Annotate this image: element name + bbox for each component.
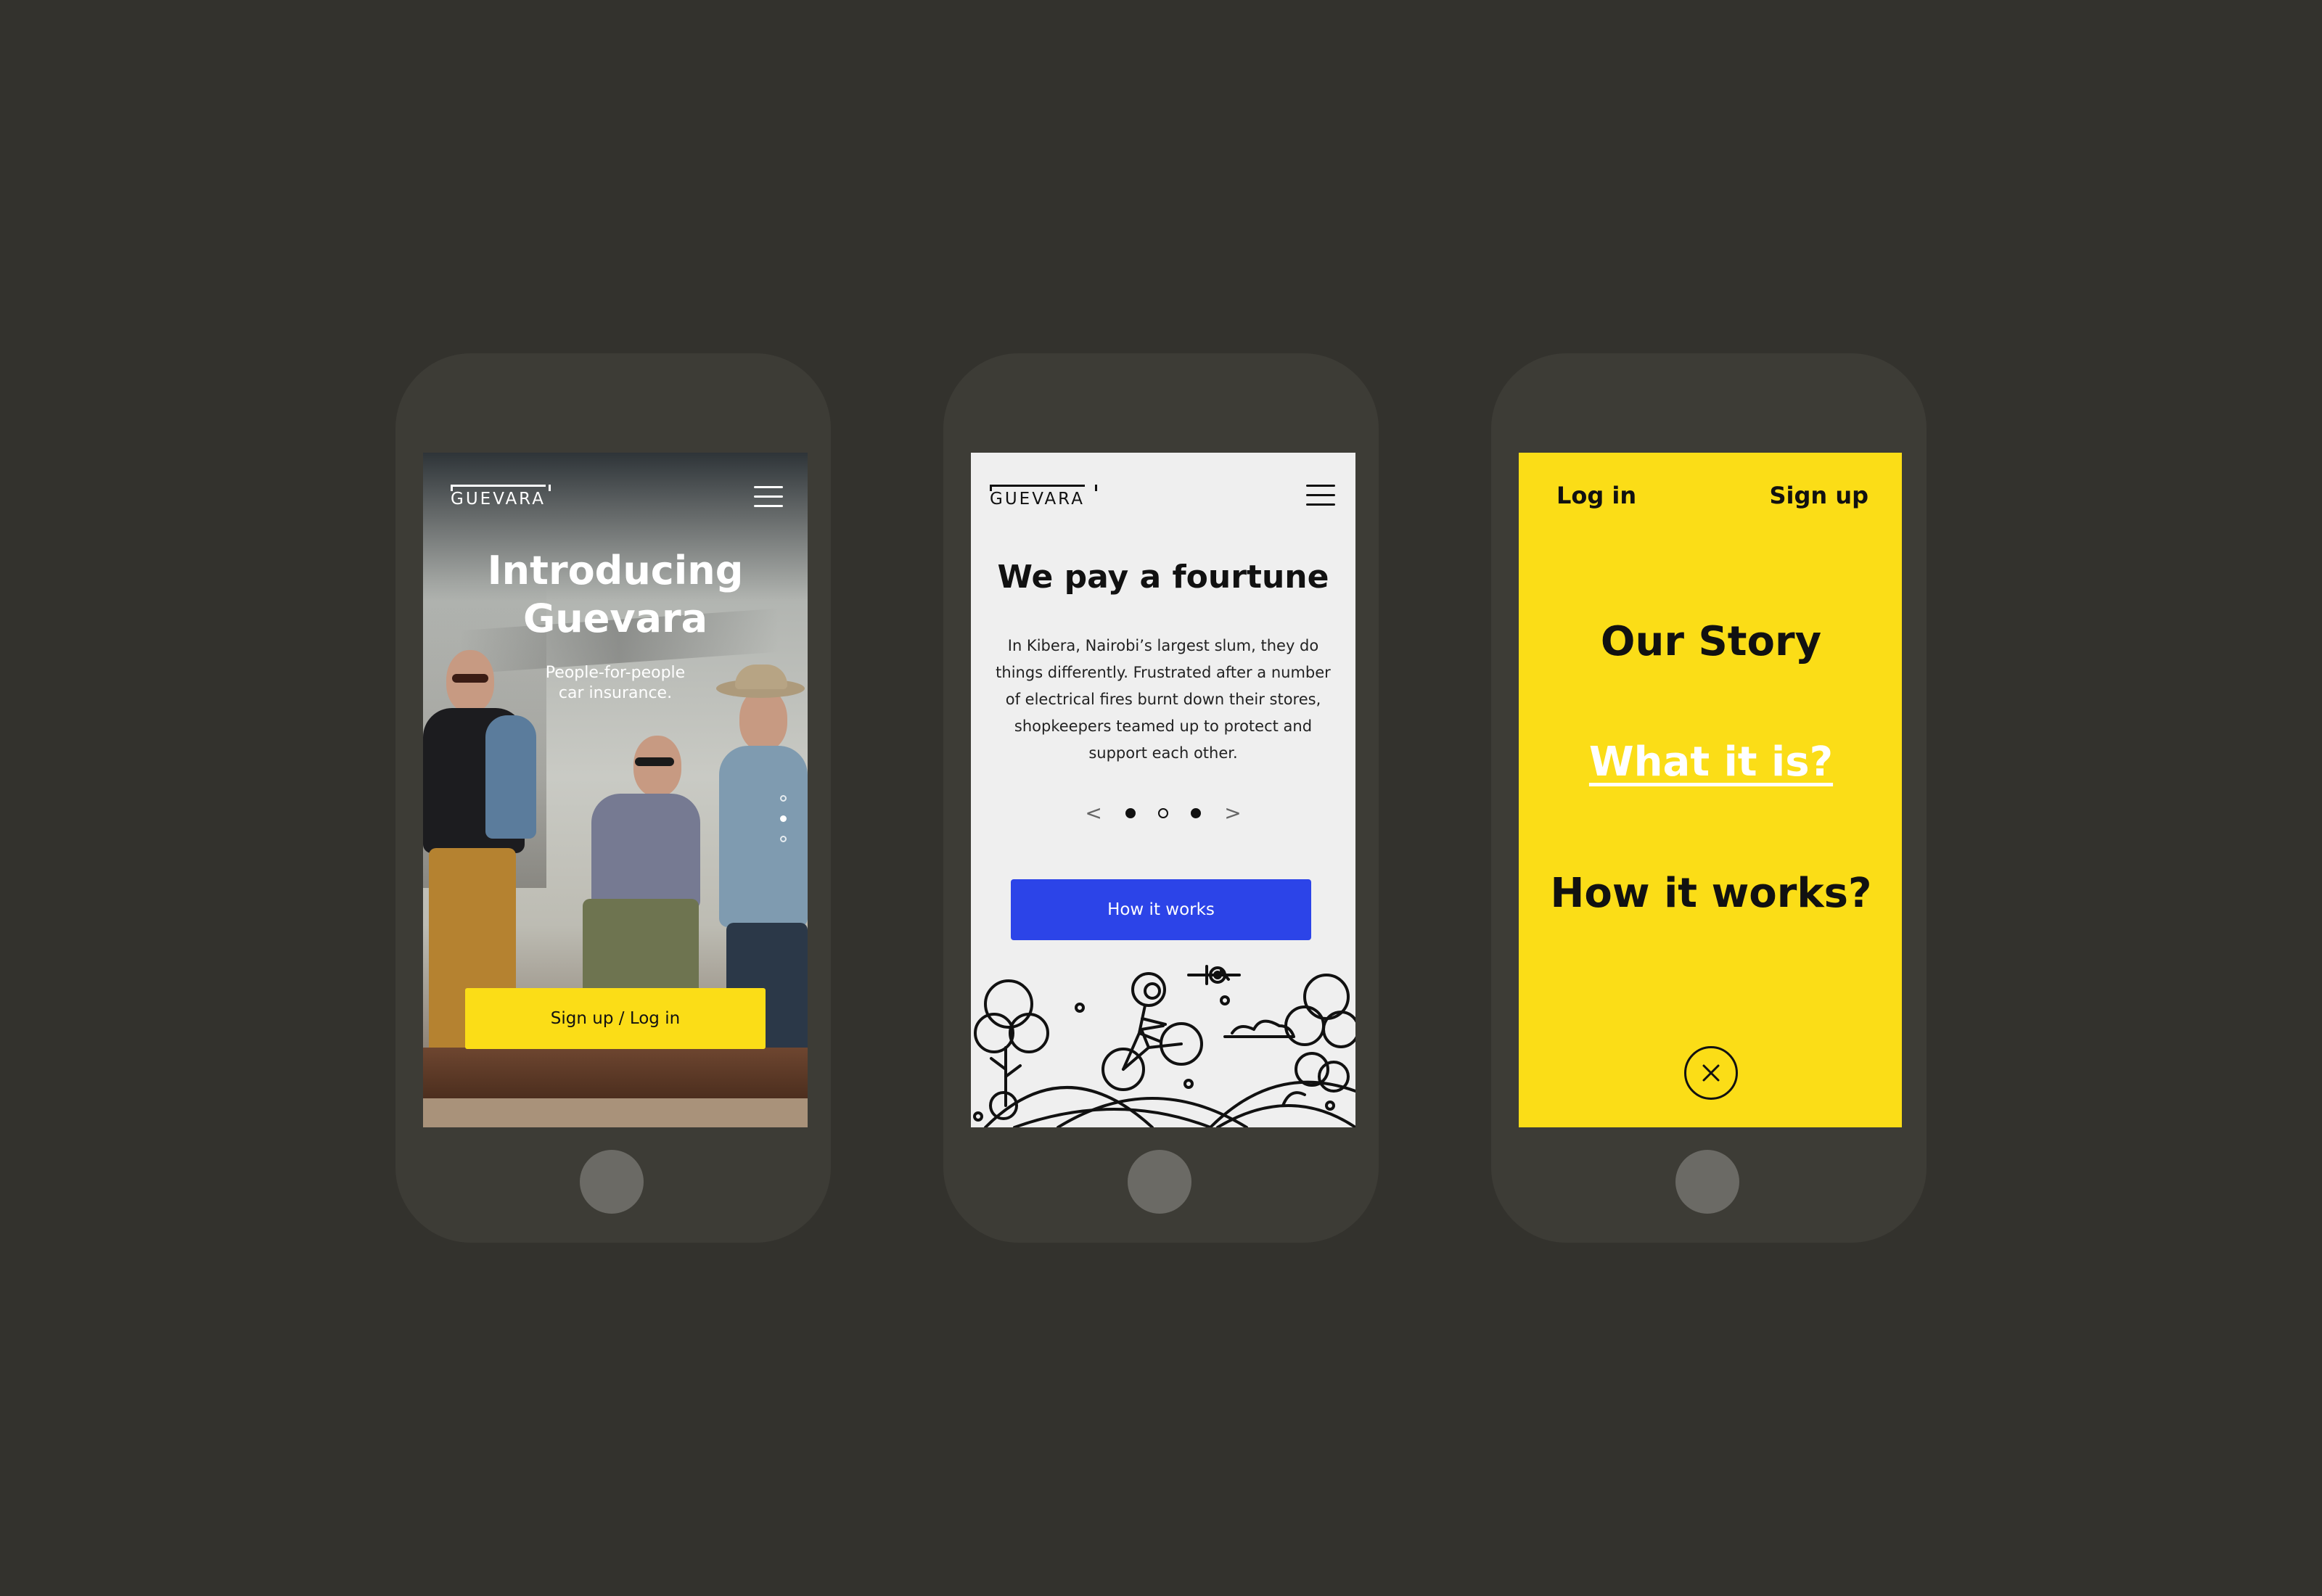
how-it-works-button[interactable]: How it works — [1011, 879, 1311, 940]
nav-what-it-is[interactable]: What it is? — [1519, 739, 1902, 786]
slide-dot[interactable] — [780, 836, 787, 842]
hero-ground — [423, 1098, 808, 1127]
screen-story: GUEVARA We pay a fourtune In Kibera, Nai… — [971, 453, 1355, 1127]
logo-corner — [1095, 485, 1097, 491]
hero-subtitle: People-for-people car insurance. — [423, 663, 808, 704]
logo-corner — [990, 485, 992, 491]
carousel-pager: < > — [971, 801, 1355, 825]
screen-intro: GUEVARA Introducing Guevara People-for-p… — [423, 453, 808, 1127]
cyclist-illustration — [973, 965, 1355, 1127]
slide-dot-active[interactable] — [780, 815, 787, 822]
logo-corner — [549, 485, 551, 491]
chevron-right-icon[interactable]: > — [1224, 801, 1241, 825]
phone-1: GUEVARA Introducing Guevara People-for-p… — [395, 353, 831, 1243]
nav-how-it-works[interactable]: How it works? — [1519, 870, 1902, 917]
phone-3: Log in Sign up Our Story What it is? How… — [1491, 353, 1927, 1243]
logo-corner — [451, 485, 453, 491]
story-title: We pay a fourtune — [997, 559, 1329, 596]
home-button[interactable] — [1675, 1150, 1739, 1214]
chevron-left-icon[interactable]: < — [1085, 801, 1101, 825]
signup-link[interactable]: Sign up — [1769, 482, 1868, 509]
hero-title: Introducing Guevara — [487, 548, 744, 641]
hero-bench — [423, 1048, 808, 1098]
home-button[interactable] — [1128, 1150, 1191, 1214]
slide-indicator — [780, 795, 787, 856]
guevara-logo[interactable]: GUEVARA — [451, 485, 546, 509]
screen-menu: Log in Sign up Our Story What it is? How… — [1519, 453, 1902, 1127]
close-x-icon-glyph — [1702, 1064, 1720, 1082]
hamburger-menu-icon[interactable] — [754, 486, 783, 508]
hero-subtitle-line: car insurance. — [558, 684, 673, 702]
story-body: In Kibera, Nairobi’s largest slum, they … — [996, 637, 1331, 762]
pager-dot[interactable] — [1191, 807, 1202, 818]
signup-login-button[interactable]: Sign up / Log in — [465, 988, 766, 1049]
pager-dot-current[interactable] — [1158, 807, 1168, 818]
hamburger-menu-icon[interactable] — [1306, 485, 1335, 506]
home-button[interactable] — [580, 1150, 644, 1214]
pager-dot[interactable] — [1125, 807, 1136, 818]
close-x-icon[interactable] — [1684, 1046, 1738, 1100]
login-link[interactable]: Log in — [1556, 482, 1636, 509]
slide-dot[interactable] — [780, 795, 787, 802]
nav-our-story[interactable]: Our Story — [1519, 618, 1902, 665]
guevara-logo[interactable]: GUEVARA — [990, 485, 1085, 509]
phone-2: GUEVARA We pay a fourtune In Kibera, Nai… — [943, 353, 1379, 1243]
hero-subtitle-line: People-for-people — [545, 664, 686, 682]
